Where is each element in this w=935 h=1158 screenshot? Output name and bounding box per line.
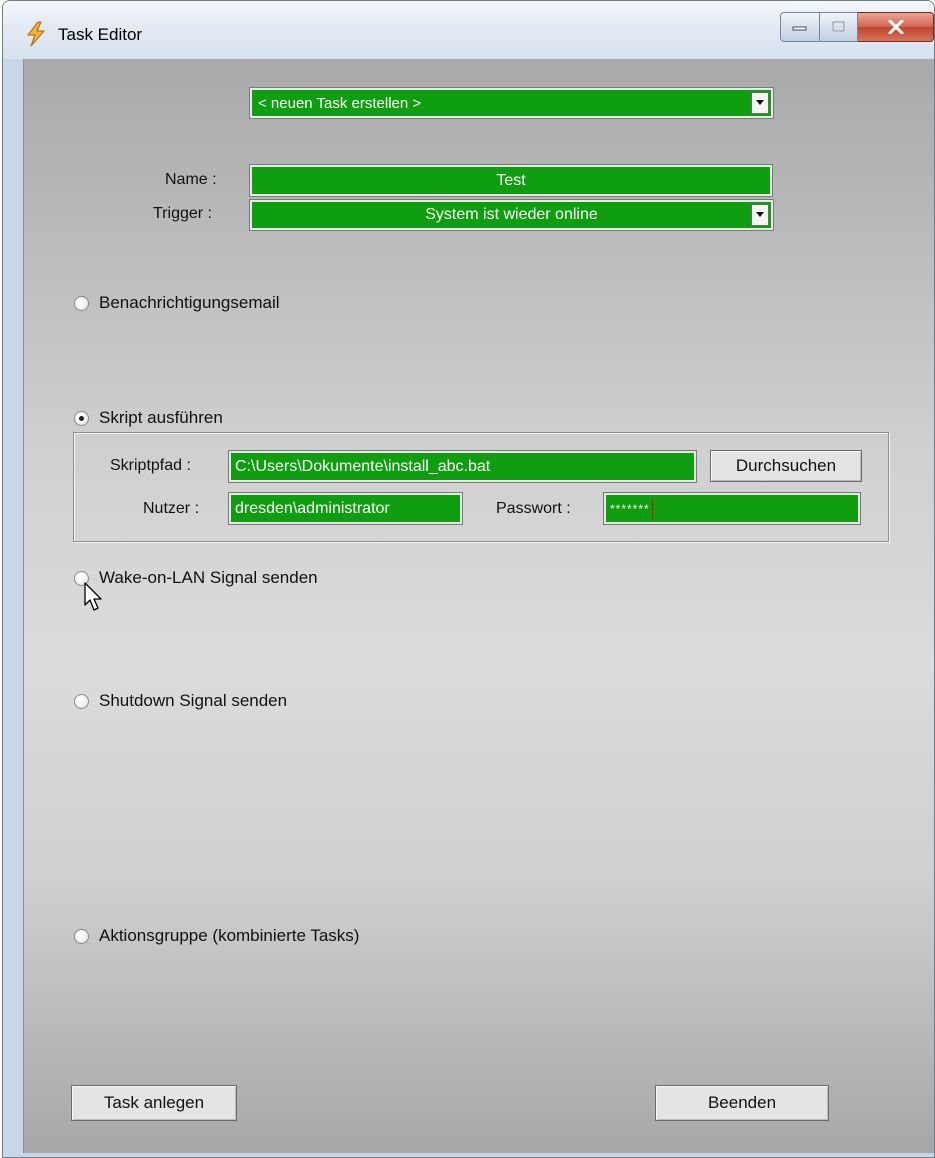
radio-script-option[interactable]: Skript ausführen [74,408,223,428]
password-label: Passwort : [496,500,571,517]
caption-buttons [780,12,934,42]
trigger-value: System ist wieder online [425,206,598,223]
radio-shutdown[interactable] [74,693,89,709]
window-title: Task Editor [58,25,143,44]
browse-button[interactable]: Durchsuchen [710,450,862,482]
close-button[interactable] [858,12,934,42]
radio-email[interactable] [74,295,89,311]
maximize-button[interactable] [820,12,858,42]
radio-group[interactable] [74,928,89,944]
radio-group-label: Aktionsgruppe (kombinierte Tasks) [99,926,360,945]
radio-group-option[interactable]: Aktionsgruppe (kombinierte Tasks) [74,926,359,946]
name-field[interactable]: Test [249,164,773,197]
script-path-value: C:\Users\Dokumente\install_abc.bat [235,457,491,475]
radio-email-option[interactable]: Benachrichtigungsemail [74,293,280,313]
script-settings-group [73,432,889,542]
create-task-button[interactable]: Task anlegen [71,1085,237,1121]
script-path-label: Skriptpfad : [110,457,191,474]
trigger-dropdown-button[interactable] [751,204,769,226]
name-label: Name : [165,171,217,188]
name-field-value: Test [496,171,526,189]
user-field[interactable]: dresden\administrator [228,492,463,525]
radio-script-label: Skript ausführen [99,408,223,427]
title-bar[interactable]: Task Editor [3,1,934,59]
radio-shutdown-label: Shutdown Signal senden [99,691,288,710]
exit-button-label: Beenden [707,1093,777,1112]
radio-wol-label: Wake-on-LAN Signal senden [99,568,318,587]
password-field-value: ******* [610,501,650,516]
chevron-down-icon [756,100,764,105]
task-select-value: < neuen Task erstellen > [258,94,422,112]
browse-button-label: Durchsuchen [735,456,837,475]
trigger-dropdown[interactable]: System ist wieder online [249,199,774,231]
script-path-field[interactable]: C:\Users\Dokumente\install_abc.bat [228,450,697,483]
chevron-down-icon [756,212,764,217]
user-label: Nutzer : [143,500,200,517]
task-select-dropdown-button[interactable] [751,92,769,114]
minimize-button[interactable] [780,12,820,42]
password-field[interactable]: ******* [603,492,861,525]
radio-shutdown-option[interactable]: Shutdown Signal senden [74,691,287,711]
radio-wol-option[interactable]: Wake-on-LAN Signal senden [74,568,318,588]
user-field-value: dresden\administrator [235,499,390,517]
lightning-bolt-icon [27,21,45,47]
close-icon [888,20,903,34]
trigger-label: Trigger : [153,205,212,222]
radio-script[interactable] [74,410,89,426]
text-caret [651,498,653,519]
task-select-dropdown[interactable]: < neuen Task erstellen > [249,87,774,119]
radio-email-label: Benachrichtigungsemail [99,293,280,312]
maximize-icon [831,21,845,32]
create-task-button-label: Task anlegen [103,1093,205,1112]
mouse-pointer-icon [84,582,102,611]
minimize-icon [792,26,807,31]
exit-button[interactable]: Beenden [655,1085,829,1121]
